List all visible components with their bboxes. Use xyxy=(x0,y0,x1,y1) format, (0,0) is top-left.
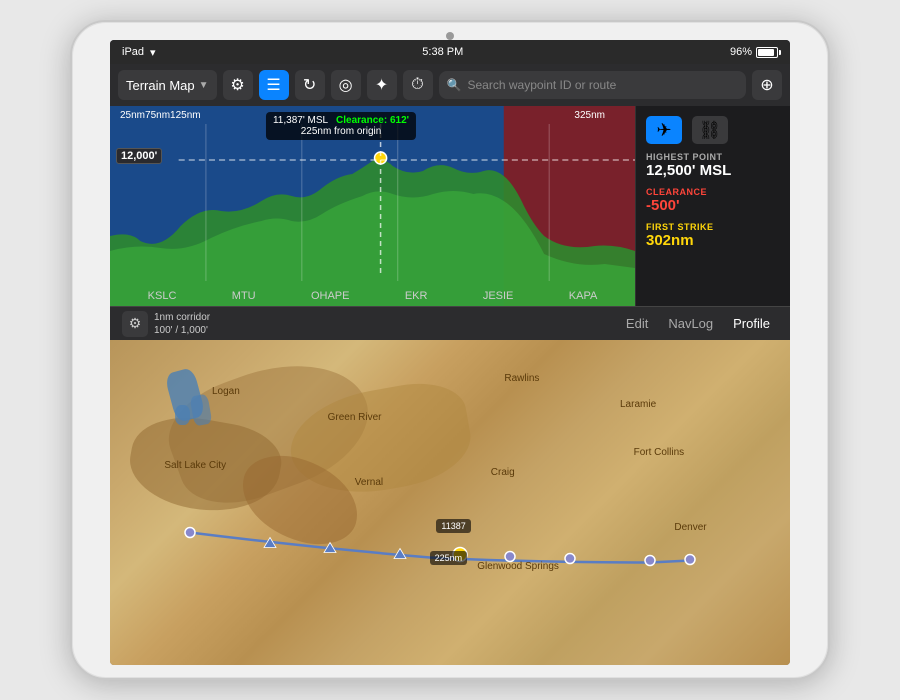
list-icon[interactable]: ☰ xyxy=(259,70,289,100)
bottom-tabs: Edit NavLog Profile xyxy=(210,316,770,331)
corridor-line1: 1nm corridor xyxy=(154,311,210,324)
clock-icon[interactable]: ⏱ xyxy=(403,70,433,100)
info-icon[interactable]: ◎ xyxy=(331,70,361,100)
city-green-river: Green River xyxy=(328,412,382,423)
status-bar: iPad ▾ 5:38 PM 96% xyxy=(110,40,790,64)
tooltip-distance: 225nm from origin xyxy=(273,126,409,137)
search-icon: 🔍 xyxy=(447,78,462,92)
city-denver: Denver xyxy=(674,522,706,533)
first-strike-label: FIRST STRIKE xyxy=(646,222,780,232)
star-icon[interactable]: ✦ xyxy=(367,70,397,100)
dist-325nm: 325nm xyxy=(574,110,605,121)
highest-point-stat: HIGHEST POINT 12,500' MSL xyxy=(646,152,780,179)
city-salt-lake: Salt Lake City xyxy=(164,460,226,471)
toolbar: Terrain Map ▼ ⚙ ☰ ↻ ◎ ✦ ⏱ 🔍 Search waypo… xyxy=(110,64,790,106)
status-time: 5:38 PM xyxy=(422,46,463,58)
chevron-down-icon: ▼ xyxy=(199,80,209,91)
waypoint-labels: KSLC MTU OHAPE EKR JESIE KAPA xyxy=(110,290,635,302)
tooltip-altitude: 11,387' MSL Clearance: 612' xyxy=(273,115,409,126)
view-toggle-row: ✈ ⛓ xyxy=(646,116,780,144)
tab-navlog[interactable]: NavLog xyxy=(668,316,713,331)
highest-point-label: HIGHEST POINT xyxy=(646,152,780,162)
map-area: Logan Salt Lake City Green River Vernal … xyxy=(110,340,790,665)
chart-tooltip: 11,387' MSL Clearance: 612' 225nm from o… xyxy=(266,112,416,140)
tab-edit[interactable]: Edit xyxy=(626,316,648,331)
distance-annotation: 225nm xyxy=(430,551,468,565)
first-strike-stat: FIRST STRIKE 302nm xyxy=(646,222,780,249)
ipad-camera xyxy=(446,32,454,40)
settings-button[interactable]: ⚙ xyxy=(122,311,148,337)
highest-point-value: 12,500' MSL xyxy=(646,162,780,179)
wpt-kslc: KSLC xyxy=(148,290,177,302)
dist-25nm: 25nm xyxy=(120,110,145,121)
profile-section: 25nm 75nm 125nm 325nm 12,000' 11,387' MS… xyxy=(110,106,790,306)
map-type-label: Terrain Map xyxy=(126,78,195,93)
chart-area: 25nm 75nm 125nm 325nm 12,000' 11,387' MS… xyxy=(110,106,635,306)
map-background: Logan Salt Lake City Green River Vernal … xyxy=(110,340,790,665)
clearance-label: CLEARANCE xyxy=(646,187,780,197)
wpt-mtu: MTU xyxy=(232,290,256,302)
corridor-label: 1nm corridor 100' / 1,000' xyxy=(154,311,210,337)
city-fort-collins: Fort Collins xyxy=(634,447,685,458)
plane-view-button[interactable]: ✈ xyxy=(646,116,682,144)
tooltip-clearance: Clearance: 612' xyxy=(336,115,409,126)
wpt-ekr: EKR xyxy=(405,290,428,302)
stats-panel: ✈ ⛓ HIGHEST POINT 12,500' MSL CLEARANCE … xyxy=(635,106,790,306)
city-logan: Logan xyxy=(212,386,240,397)
altitude-label: 12,000' xyxy=(116,148,162,164)
clearance-value: -500' xyxy=(646,197,780,214)
city-vernal: Vernal xyxy=(355,477,383,488)
dist-125nm: 125nm xyxy=(170,110,201,121)
city-glenwood-springs: Glenwood Springs xyxy=(477,561,559,572)
settings-icon[interactable]: ⚙ xyxy=(223,70,253,100)
crosshair-icon[interactable]: ⊕ xyxy=(752,70,782,100)
refresh-icon[interactable]: ↻ xyxy=(295,70,325,100)
clearance-stat: CLEARANCE -500' xyxy=(646,187,780,214)
bottom-bar: ⚙ 1nm corridor 100' / 1,000' Edit NavLog… xyxy=(110,306,790,340)
first-strike-value: 302nm xyxy=(646,232,780,249)
ipad-screen: iPad ▾ 5:38 PM 96% Terrain Map ▼ ⚙ ☰ ↻ ◎ xyxy=(110,40,790,665)
wpt-kapa: KAPA xyxy=(569,290,598,302)
altitude-annotation: 11387 xyxy=(436,519,470,533)
map-type-dropdown[interactable]: Terrain Map ▼ xyxy=(118,70,217,100)
wpt-ohape: OHAPE xyxy=(311,290,350,302)
city-craig: Craig xyxy=(491,467,515,478)
battery-icon xyxy=(756,47,778,58)
search-bar[interactable]: 🔍 Search waypoint ID or route xyxy=(439,71,746,99)
city-laramie: Laramie xyxy=(620,399,656,410)
tab-profile[interactable]: Profile xyxy=(733,316,770,331)
battery-pct-label: 96% xyxy=(730,46,752,58)
route-view-button[interactable]: ⛓ xyxy=(692,116,728,144)
ipad-label: iPad xyxy=(122,46,144,58)
wifi-icon: ▾ xyxy=(150,46,156,59)
wpt-jesie: JESIE xyxy=(483,290,514,302)
search-placeholder: Search waypoint ID or route xyxy=(468,78,617,92)
city-rawlins: Rawlins xyxy=(504,373,539,384)
corridor-line2: 100' / 1,000' xyxy=(154,324,210,337)
dist-75nm: 75nm xyxy=(145,110,170,121)
ipad-frame: iPad ▾ 5:38 PM 96% Terrain Map ▼ ⚙ ☰ ↻ ◎ xyxy=(70,20,830,680)
